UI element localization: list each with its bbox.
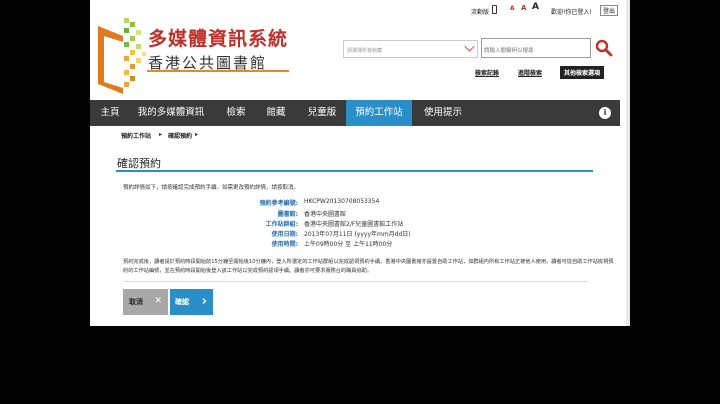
confirm-button[interactable]: 確認 › bbox=[170, 289, 213, 315]
detail-value: 2013年07月11日 (yyyy年mm月dd日) bbox=[304, 231, 411, 238]
cancel-button[interactable]: 取消 ✕ bbox=[123, 289, 168, 315]
detail-label: 工作站群組: bbox=[265, 221, 298, 228]
info-icon[interactable]: i bbox=[599, 107, 611, 119]
collection-select[interactable]: 請選擇所有館藏 bbox=[343, 40, 478, 58]
advanced-search-link[interactable]: 進階檢索 bbox=[518, 68, 542, 77]
breadcrumb-arrow-icon: ▸ bbox=[195, 131, 199, 138]
search-input[interactable]: 請輸入關鍵詞以搜尋 bbox=[481, 38, 591, 58]
scrollbar[interactable] bbox=[626, 0, 630, 326]
divider bbox=[123, 281, 588, 282]
mobile-version-link[interactable]: 流動版 bbox=[471, 7, 489, 16]
chevron-right-icon: › bbox=[201, 294, 207, 309]
welcome-text: 歡迎!你已登入! bbox=[551, 9, 592, 16]
logout-button[interactable]: 登出 bbox=[600, 5, 619, 16]
page-title: 確認預約 bbox=[117, 157, 161, 170]
detail-value: 上午09時00分 至 上午11時00分 bbox=[304, 241, 393, 248]
nav-item-collection[interactable]: 館藏 bbox=[258, 100, 294, 126]
search-icon bbox=[595, 39, 613, 57]
phone-icon bbox=[492, 5, 497, 14]
nav-item-tips[interactable]: 使用提示 bbox=[414, 100, 472, 126]
detail-label: 預約參考編號: bbox=[259, 200, 298, 207]
nav-item-search[interactable]: 檢索 bbox=[218, 100, 254, 126]
font-large-button[interactable]: A bbox=[532, 2, 539, 12]
notice-text: 預約完成後，讀者請於預約時段開始前15分鐘至開始後10分鐘內，登入所選定的工作站… bbox=[123, 259, 614, 274]
nav-item-home[interactable]: 主頁 bbox=[92, 100, 128, 126]
nav-item-kids[interactable]: 兒童版 bbox=[298, 100, 346, 126]
logo-underline bbox=[147, 70, 289, 72]
detail-value: 香港中央圖書館2/F兒童圖書館工作站 bbox=[304, 221, 404, 228]
detail-value: 香港中央圖書館 bbox=[304, 211, 347, 218]
breadcrumb-reservation-workstation[interactable]: 預約工作站 bbox=[121, 131, 151, 140]
cancel-button-label: 取消 bbox=[129, 298, 143, 306]
intro-text: 預約詳情如下，請按確認完成預約手續。如需更改預約詳情，請按取消。 bbox=[123, 185, 300, 191]
close-icon: ✕ bbox=[154, 296, 162, 306]
breadcrumb-arrow-icon: ▸ bbox=[159, 131, 163, 138]
main-nav: 主頁 我的多媒體資訊 檢索 館藏 兒童版 預約工作站 使用提示 i bbox=[90, 100, 620, 126]
detail-label: 使用時間: bbox=[271, 241, 298, 248]
nav-item-my-multimedia[interactable]: 我的多媒體資訊 bbox=[132, 100, 210, 126]
page: 流動版 A A A 歡迎!你已登入! 登出 多媒體資訊系統 香港公共圖書館 請選… bbox=[90, 0, 630, 326]
font-medium-button[interactable]: A bbox=[521, 4, 526, 12]
logo-title: 多媒體資訊系統 bbox=[148, 28, 289, 50]
breadcrumb-confirm: 確認預約 bbox=[168, 133, 193, 140]
search-input-placeholder: 請輸入關鍵詞以搜尋 bbox=[484, 48, 534, 54]
confirm-button-label: 確認 bbox=[175, 298, 189, 306]
collection-select-value: 請選擇所有館藏 bbox=[347, 48, 383, 54]
search-button[interactable] bbox=[594, 38, 614, 58]
detail-label: 圖書館: bbox=[277, 211, 298, 218]
font-small-button[interactable]: A bbox=[510, 5, 515, 12]
title-divider bbox=[116, 170, 593, 172]
detail-label: 使用日期: bbox=[271, 231, 298, 238]
other-search-options-link[interactable]: 其他檢索選項 bbox=[560, 66, 605, 79]
chevron-down-icon bbox=[464, 41, 475, 52]
detail-value: HKCPW20130708053354 bbox=[304, 198, 380, 205]
nav-item-reservation-workstation[interactable]: 預約工作站 bbox=[346, 100, 412, 126]
search-history-link[interactable]: 檢索記錄 bbox=[475, 68, 499, 77]
